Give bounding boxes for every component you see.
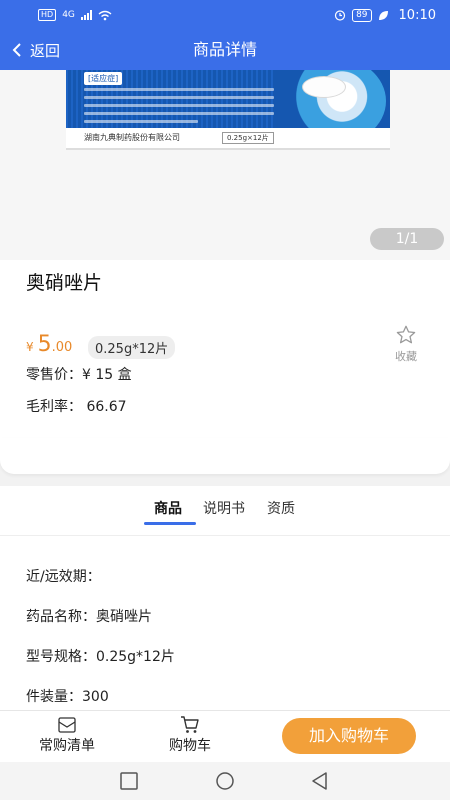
home-circle-icon[interactable]: [215, 771, 235, 791]
detail-tabs: 商品 说明书 资质: [0, 486, 450, 536]
drug-name-row: 药品名称：奥硝唑片: [26, 609, 152, 625]
battery-icon: 89: [352, 8, 372, 22]
box-company: 湖南九典制药股份有限公司: [84, 133, 180, 142]
pill-icon: [302, 76, 346, 98]
back-button[interactable]: 返回: [10, 30, 60, 70]
bottom-action-bar: 常购清单 购物车 加入购物车: [0, 710, 450, 762]
back-triangle-icon[interactable]: [310, 771, 330, 791]
hd-indicator: HD: [38, 9, 57, 21]
favorite-label: 收藏: [395, 350, 417, 363]
tab-qualification[interactable]: 资质: [267, 498, 295, 518]
add-to-cart-button[interactable]: 加入购物车: [282, 718, 416, 754]
expiry-row: 近/远效期：: [26, 569, 101, 585]
image-pager: 1/1: [370, 228, 444, 250]
model-spec-row: 型号规格：0.25g*12片: [26, 649, 175, 665]
clock: 10:10: [398, 7, 436, 23]
retail-price: 零售价：¥ 15 盒: [26, 367, 132, 383]
frequent-list-button[interactable]: 常购清单: [34, 715, 100, 755]
chevron-left-icon: [12, 43, 21, 57]
price-integer: 5: [37, 332, 52, 357]
frequent-list-label: 常购清单: [39, 738, 95, 754]
box-spec: 0.25g×12片: [222, 132, 274, 144]
star-icon: [396, 325, 416, 344]
page-title: 商品详情: [192, 40, 257, 59]
product-image-carousel[interactable]: [适应症] 湖南九典制药股份有限公司 0.25g×12片 1/1: [0, 70, 450, 260]
signal-icon: [80, 10, 92, 20]
network-type: 4G: [62, 10, 75, 20]
price-currency: ¥: [26, 340, 34, 354]
wifi-icon: [98, 10, 112, 20]
product-details: 近/远效期： 药品名称：奥硝唑片 型号规格：0.25g*12片 件装量：300: [0, 536, 450, 710]
product-name: 奥硝唑片: [26, 272, 103, 294]
alarm-icon: [334, 10, 346, 21]
system-nav-bar: [0, 762, 450, 800]
back-label: 返回: [30, 41, 61, 60]
cart-button[interactable]: 购物车: [165, 715, 215, 755]
tab-instructions[interactable]: 说明书: [203, 498, 245, 518]
leaf-icon: [378, 10, 388, 20]
product-info: 奥硝唑片 ¥ 5 .00 0.25g*12片 收藏 零售价：¥ 15 盒 毛利率…: [0, 260, 450, 438]
cart-icon: [181, 716, 199, 733]
inbox-icon: [58, 717, 76, 733]
spec-badge: 0.25g*12片: [88, 336, 176, 359]
price: ¥ 5 .00: [26, 332, 72, 357]
tab-goods[interactable]: 商品: [154, 498, 182, 518]
cart-label: 购物车: [169, 738, 211, 754]
box-tag: [适应症]: [84, 72, 123, 85]
square-icon[interactable]: [119, 771, 139, 791]
price-decimal: .00: [51, 340, 73, 355]
section-divider: [0, 438, 450, 486]
status-bar: HD 4G 89 10:10: [0, 0, 450, 30]
top-nav-bar: 返回 商品详情: [0, 30, 450, 70]
package-qty-row: 件装量：300: [26, 689, 109, 705]
gross-margin: 毛利率： 66.67: [26, 399, 127, 415]
favorite-button[interactable]: 收藏: [390, 324, 422, 364]
product-box-image: [适应症] 湖南九典制药股份有限公司 0.25g×12片: [66, 70, 390, 150]
tab-active-indicator: [144, 522, 196, 525]
